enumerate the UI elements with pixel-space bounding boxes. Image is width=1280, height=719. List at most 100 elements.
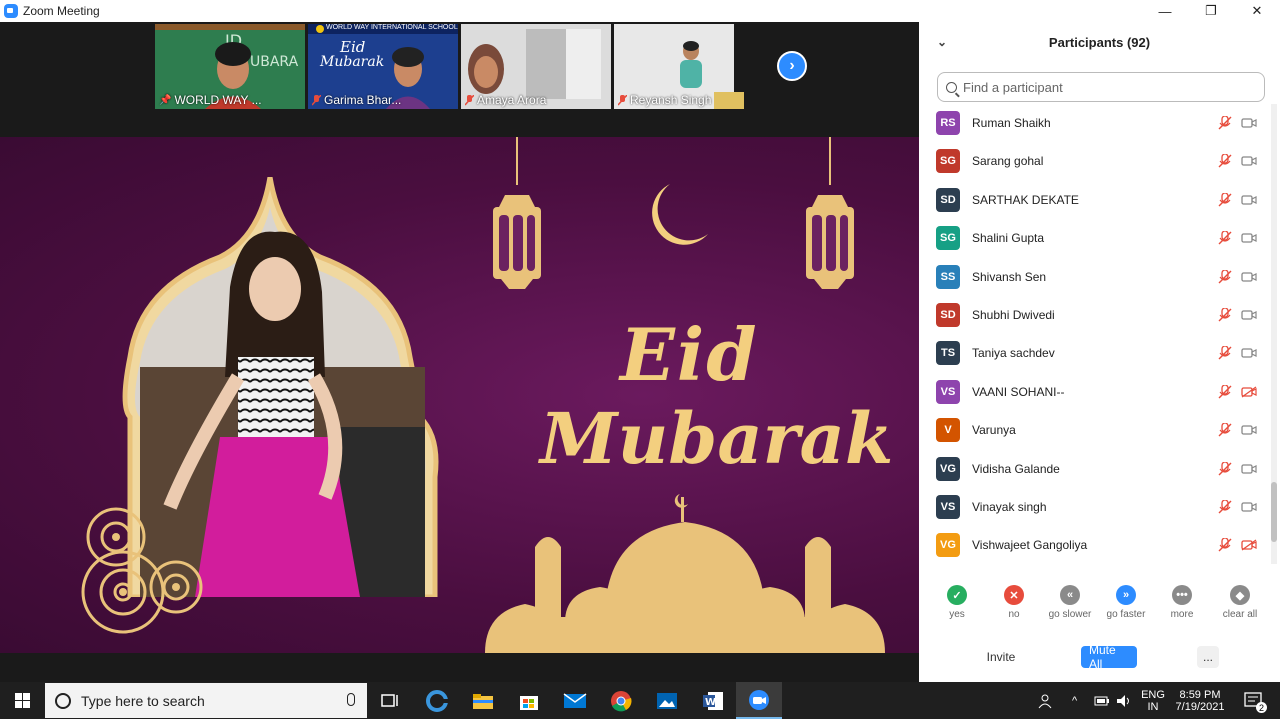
crescent-moon-icon <box>652 184 708 245</box>
task-view-icon <box>381 693 398 707</box>
video-camera-icon[interactable] <box>1241 117 1257 129</box>
collapse-chevron-icon[interactable]: ⌄ <box>937 35 947 49</box>
mic-muted-icon[interactable] <box>1218 346 1232 360</box>
mic-muted-icon[interactable] <box>1218 538 1232 552</box>
people-icon[interactable] <box>1038 682 1054 719</box>
reaction-no-button[interactable]: ✕ no <box>984 585 1044 620</box>
participant-list: RS Ruman Shaikh SG Sarang gohal SD SARTHAK DE… <box>919 104 1269 564</box>
participant-row[interactable]: VG Vishwajeet Gangoliya <box>919 526 1269 564</box>
video-camera-icon[interactable] <box>1241 155 1257 167</box>
mic-muted-icon <box>312 94 321 106</box>
title-bar: Zoom Meeting — ❐ ✕ <box>0 0 1280 22</box>
more-options-button[interactable]: ... <box>1197 646 1219 668</box>
reaction-go-faster-button[interactable]: » go faster <box>1096 585 1156 620</box>
reaction-go-faster-icon: » <box>1116 585 1136 605</box>
video-camera-icon[interactable] <box>1241 347 1257 359</box>
mic-muted-icon <box>465 94 474 106</box>
taskbar-mail-button[interactable] <box>552 682 598 719</box>
video-thumbnail[interactable]: ID UBARA 📌 WORLD WAY ... <box>155 24 305 109</box>
action-center-button[interactable]: 2 <box>1238 682 1270 719</box>
video-camera-icon[interactable] <box>1241 232 1257 244</box>
reaction-go-slower-icon: « <box>1060 585 1080 605</box>
participant-name: Vishwajeet Gangoliya <box>972 538 1088 553</box>
mic-muted-icon[interactable] <box>1218 154 1232 168</box>
reaction-label: go slower <box>1048 609 1092 620</box>
mic-muted-icon[interactable] <box>1218 500 1232 514</box>
minimize-button[interactable]: — <box>1142 0 1188 22</box>
participant-row[interactable]: TS Taniya sachdev <box>919 334 1269 372</box>
windows-taskbar: Type here to search W ^ ENG IN 8:59 PM 7… <box>0 682 1280 719</box>
video-thumbnail[interactable]: Amaya Arora <box>461 24 611 109</box>
taskbar-word-button[interactable]: W <box>690 682 736 719</box>
taskbar-chrome-button[interactable] <box>598 682 644 719</box>
participant-name: VAANI SOHANI-- <box>972 384 1065 399</box>
main-video: Eid Mubarak <box>0 137 919 653</box>
microphone-icon[interactable] <box>347 693 355 706</box>
video-thumbnail[interactable]: Reyansh Singh <box>614 24 764 109</box>
taskbar-store-button[interactable] <box>506 682 552 719</box>
input-language-indicator[interactable]: ENG IN <box>1140 682 1166 719</box>
taskbar-zoom-button[interactable] <box>736 682 782 719</box>
reaction-yes-button[interactable]: ✓ yes <box>927 585 987 620</box>
thumbnail-mubarak-text: Mubarak <box>320 54 385 70</box>
mic-muted-icon[interactable] <box>1218 461 1232 476</box>
participant-search-input[interactable]: Find a participant <box>937 72 1265 102</box>
participant-list-scrollbar[interactable] <box>1271 104 1277 564</box>
avatar: SG <box>936 149 960 174</box>
participant-row[interactable]: VG Vidisha Galande <box>919 450 1269 488</box>
restore-button[interactable]: ❐ <box>1188 0 1234 22</box>
video-camera-icon[interactable] <box>1241 501 1257 513</box>
video-camera-icon[interactable] <box>1241 463 1257 475</box>
participant-row[interactable]: SS Shivansh Sen <box>919 258 1269 296</box>
store-bag-icon <box>520 695 538 710</box>
participant-row[interactable]: SG Shalini Gupta <box>919 219 1269 257</box>
video-camera-icon[interactable] <box>1241 309 1257 321</box>
taskbar-file-explorer-button[interactable] <box>460 682 506 719</box>
mic-muted-icon[interactable] <box>1218 231 1232 245</box>
greeting-eid-text: Eid <box>620 312 759 397</box>
participant-row[interactable]: VS VAANI SOHANI-- <box>919 373 1269 411</box>
taskbar-search-box[interactable]: Type here to search <box>45 683 367 718</box>
participant-row[interactable]: SG Sarang gohal <box>919 142 1269 180</box>
mic-muted-icon[interactable] <box>1218 116 1232 130</box>
participant-row[interactable]: V Varunya <box>919 411 1269 449</box>
mic-muted-icon[interactable] <box>1218 423 1232 437</box>
task-view-button[interactable] <box>367 682 413 719</box>
reaction-go-slower-button[interactable]: « go slower <box>1040 585 1100 620</box>
reaction-more-button[interactable]: ••• more <box>1152 585 1212 620</box>
cortana-icon <box>55 692 71 709</box>
video-camera-icon[interactable] <box>1241 424 1257 436</box>
thumbnail-name: Reyansh Singh <box>618 93 711 107</box>
video-off-icon[interactable] <box>1241 386 1257 398</box>
participant-row[interactable]: VS Vinayak singh <box>919 488 1269 526</box>
avatar: SS <box>936 264 960 289</box>
avatar: SD <box>936 303 960 327</box>
scrollbar-thumb[interactable] <box>1271 482 1277 542</box>
video-thumbnail[interactable]: WORLD WAY INTERNATIONAL SCHOOL Eid Mubar… <box>308 24 458 109</box>
show-hidden-icons-chevron[interactable]: ^ <box>1072 682 1077 719</box>
participant-row[interactable]: RS Ruman Shaikh <box>919 104 1269 142</box>
video-camera-icon[interactable] <box>1241 271 1257 283</box>
mic-muted-icon[interactable] <box>1218 384 1232 399</box>
mic-muted-icon[interactable] <box>1218 269 1232 284</box>
volume-icon[interactable] <box>1116 682 1132 719</box>
taskbar-edge-button[interactable] <box>414 682 460 719</box>
reaction-clear-all-button[interactable]: ◆ clear all <box>1210 585 1270 620</box>
participant-name: Shubhi Dwivedi <box>972 308 1055 322</box>
taskbar-photos-button[interactable] <box>644 682 690 719</box>
gallery-strip: ID UBARA 📌 WORLD WAY ... WORLD WAY INTER… <box>0 22 919 137</box>
close-button[interactable]: ✕ <box>1234 0 1280 22</box>
invite-button[interactable]: Invite <box>981 646 1021 668</box>
clock[interactable]: 8:59 PM 7/19/2021 <box>1170 682 1230 719</box>
battery-icon[interactable] <box>1094 682 1110 719</box>
participant-row[interactable]: SD SARTHAK DEKATE <box>919 181 1269 219</box>
video-off-icon[interactable] <box>1241 539 1257 551</box>
next-page-arrow-icon[interactable]: › <box>777 51 807 81</box>
participant-row[interactable]: SD Shubhi Dwivedi <box>919 296 1269 334</box>
mute-all-button[interactable]: Mute All <box>1081 643 1137 671</box>
start-button[interactable] <box>0 682 44 719</box>
mic-muted-icon[interactable] <box>1218 308 1232 322</box>
mic-muted-icon[interactable] <box>1218 192 1232 207</box>
notification-count-badge: 2 <box>1256 702 1267 713</box>
video-camera-icon[interactable] <box>1241 194 1257 206</box>
